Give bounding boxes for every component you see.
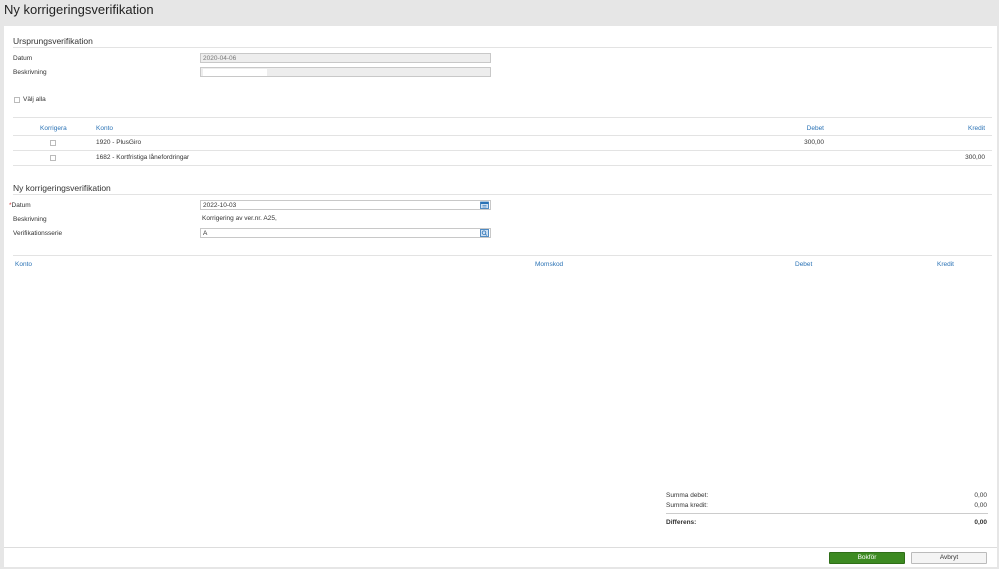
page-title: Ny korrigeringsverifikation (4, 2, 154, 17)
correct-row-checkbox[interactable] (50, 140, 56, 146)
column-header-correct[interactable]: Korrigera (40, 125, 67, 132)
new-section-heading: Ny korrigeringsverifikation (13, 183, 111, 193)
row-account: 1920 - PlusGiro (96, 139, 142, 146)
column-header-debit[interactable]: Debet (795, 261, 812, 268)
column-header-credit[interactable]: Kredit (937, 261, 954, 268)
new-date-input[interactable]: 2022-10-03 (200, 200, 491, 210)
original-description-label: Beskrivning (13, 69, 47, 76)
series-label: Verifikationsserie (13, 230, 63, 237)
sum-credit-value: 0,00 (974, 502, 987, 509)
column-header-account[interactable]: Konto (15, 261, 32, 268)
select-all-label[interactable]: Välj alla (23, 96, 46, 103)
select-all-checkbox[interactable] (14, 97, 20, 103)
divider (13, 194, 992, 195)
column-header-account[interactable]: Konto (96, 125, 113, 132)
sum-debit-label: Summa debet: (666, 492, 709, 499)
post-button[interactable]: Bokför (829, 552, 905, 564)
column-header-debit[interactable]: Debet (764, 125, 824, 132)
original-date-label: Datum (13, 55, 33, 62)
main-panel: Ursprungsverifikation Datum 2020-04-06 B… (4, 26, 997, 547)
new-date-label: *Datum (9, 202, 31, 209)
original-date-field: 2020-04-06 (200, 53, 491, 63)
correct-row-checkbox[interactable] (50, 155, 56, 161)
calendar-icon[interactable] (480, 201, 489, 209)
footer-bar: Bokför Avbryt (4, 547, 997, 567)
original-description-field (200, 67, 491, 77)
column-header-vat-code[interactable]: Momskod (535, 261, 563, 268)
divider (13, 135, 992, 136)
divider (13, 150, 992, 151)
series-input[interactable]: A (200, 228, 491, 238)
title-bar: Ny korrigeringsverifikation (0, 0, 999, 26)
original-section-heading: Ursprungsverifikation (13, 36, 93, 46)
sum-credit-label: Summa kredit: (666, 502, 708, 509)
redacted-text (203, 69, 267, 76)
divider (666, 513, 988, 514)
cancel-button[interactable]: Avbryt (911, 552, 987, 564)
divider (13, 165, 992, 166)
divider (13, 117, 992, 118)
divider (13, 47, 992, 48)
difference-value: 0,00 (974, 519, 987, 526)
search-icon[interactable] (480, 229, 489, 237)
new-description-value: Korrigering av ver.nr. A25, (202, 215, 277, 222)
row-debit: 300,00 (804, 139, 824, 146)
column-header-credit[interactable]: Kredit (925, 125, 985, 132)
divider (13, 255, 992, 256)
difference-label: Differens: (666, 519, 697, 526)
row-account: 1682 - Kortfristiga lånefordringar (96, 154, 190, 161)
new-description-label: Beskrivning (13, 216, 47, 223)
row-credit: 300,00 (965, 154, 985, 161)
sum-debit-value: 0,00 (974, 492, 987, 499)
